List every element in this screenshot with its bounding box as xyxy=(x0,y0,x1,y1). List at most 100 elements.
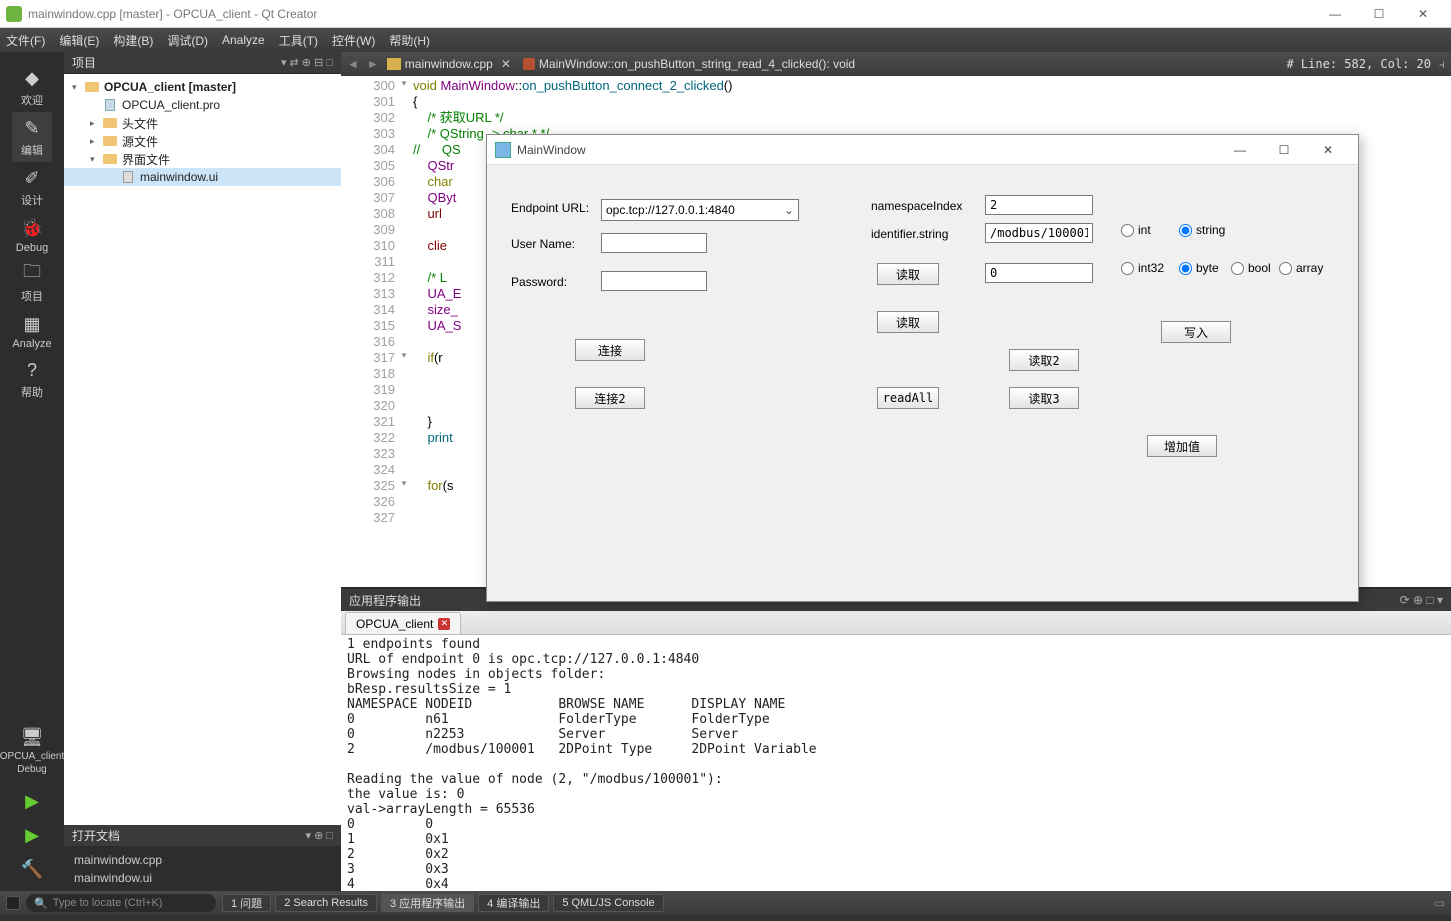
username-input[interactable] xyxy=(601,233,707,253)
open-file-row[interactable]: mainwindow.cpp xyxy=(64,851,341,869)
method-icon xyxy=(523,58,535,70)
monitor-icon: 🖥 xyxy=(17,725,47,749)
tree-row[interactable]: ▾OPCUA_client [master] xyxy=(64,78,341,96)
read-button-1[interactable]: 读取 xyxy=(877,263,939,285)
mode-help[interactable]: ?帮助 xyxy=(12,354,51,404)
qt-logo-icon xyxy=(6,6,22,22)
tree-row[interactable]: ▸头文件 xyxy=(64,114,341,132)
app-icon xyxy=(495,142,511,158)
password-input[interactable] xyxy=(601,271,707,291)
radio-int[interactable]: int xyxy=(1121,223,1151,237)
close-button[interactable]: ✕ xyxy=(1401,0,1445,28)
folder-icon xyxy=(84,80,100,94)
folder-icon xyxy=(102,116,118,130)
status-tab[interactable]: 5 QML/JS Console xyxy=(553,894,663,912)
window-title: mainwindow.cpp [master] - OPCUA_client -… xyxy=(28,7,1313,21)
open-file-row[interactable]: mainwindow.ui xyxy=(64,869,341,887)
target-selector[interactable]: 🖥 OPCUA_client Debug xyxy=(0,721,64,779)
endpoint-combo[interactable]: opc.tcp://127.0.0.1:4840 xyxy=(601,199,799,221)
maximize-button[interactable]: ☐ xyxy=(1357,0,1401,28)
line-col: # Line: 582, Col: 20 xyxy=(1286,57,1431,71)
search-icon: 🔍 xyxy=(34,897,48,910)
progress-icon[interactable]: ▭ xyxy=(1434,896,1445,910)
analyze-icon: ▦ xyxy=(17,312,47,336)
mode-proj[interactable]: 🗀项目 xyxy=(12,258,51,308)
tree-row[interactable]: ▾界面文件 xyxy=(64,150,341,168)
menu-item[interactable]: 编辑(E) xyxy=(59,32,99,49)
connect-button[interactable]: 连接 xyxy=(575,339,645,361)
output-tab[interactable]: OPCUA_client ✕ xyxy=(345,612,461,634)
window-titlebar: mainwindow.cpp [master] - OPCUA_client -… xyxy=(0,0,1451,28)
menu-item[interactable]: 构建(B) xyxy=(113,32,153,49)
tree-row[interactable]: OPCUA_client.pro xyxy=(64,96,341,114)
help-icon: ? xyxy=(17,358,47,382)
locator-input[interactable]: 🔍 Type to locate (Ctrl+K) xyxy=(26,894,216,912)
menu-item[interactable]: 文件(F) xyxy=(6,32,45,49)
radio-int32[interactable]: int32 xyxy=(1121,261,1164,275)
run-icon[interactable]: ▶ xyxy=(17,789,47,813)
minimize-button[interactable]: — xyxy=(1313,0,1357,28)
status-tab[interactable]: 4 编译输出 xyxy=(478,894,549,912)
mode-edit[interactable]: ✎编辑 xyxy=(12,112,51,162)
radio-byte[interactable]: byte xyxy=(1179,261,1219,275)
close-tab-icon[interactable]: ✕ xyxy=(438,618,450,630)
dlg-maximize-button[interactable]: ☐ xyxy=(1262,136,1306,164)
password-label: Password: xyxy=(511,275,567,289)
build-icon[interactable]: 🔨 xyxy=(17,857,47,881)
cpp-file-icon xyxy=(387,58,401,70)
mode-bug[interactable]: 🐞Debug xyxy=(12,212,51,258)
status-tab[interactable]: 3 应用程序输出 xyxy=(381,894,474,912)
fwd-icon[interactable]: ► xyxy=(367,57,379,71)
output-text[interactable]: 1 endpoints found URL of endpoint 0 is o… xyxy=(341,635,1451,891)
bug-icon: 🐞 xyxy=(17,216,47,240)
filter-icon[interactable]: ▾ ⇄ ⊕ ⊟ □ xyxy=(281,56,333,69)
sidebar-toggle[interactable] xyxy=(6,896,20,910)
namespace-input[interactable] xyxy=(985,195,1093,215)
increment-button[interactable]: 增加值 xyxy=(1147,435,1217,457)
dlg-minimize-button[interactable]: — xyxy=(1218,136,1262,164)
connect2-button[interactable]: 连接2 xyxy=(575,387,645,409)
folder-icon xyxy=(102,152,118,166)
edit-icon: ✎ xyxy=(17,116,47,140)
status-tab[interactable]: 1 问题 xyxy=(222,894,271,912)
debug-run-icon[interactable]: ▶ xyxy=(17,823,47,847)
mode-analyze[interactable]: ▦Analyze xyxy=(12,308,51,354)
design-icon: ✐ xyxy=(17,166,47,190)
status-tab[interactable]: 2 Search Results xyxy=(275,894,377,912)
read-button-2[interactable]: 读取 xyxy=(877,311,939,333)
back-icon[interactable]: ◄ xyxy=(347,57,359,71)
radio-bool[interactable]: bool xyxy=(1231,261,1271,275)
menu-item[interactable]: 调试(D) xyxy=(167,32,208,49)
menu-item[interactable]: Analyze xyxy=(222,33,265,47)
namespace-label: namespaceIndex xyxy=(871,199,962,213)
symbol-crumb[interactable]: MainWindow::on_pushButton_string_read_4_… xyxy=(523,57,855,71)
tree-row[interactable]: ▸源文件 xyxy=(64,132,341,150)
value-input[interactable] xyxy=(985,263,1093,283)
mode-design[interactable]: ✐设计 xyxy=(12,162,51,212)
radio-string[interactable]: string xyxy=(1179,223,1225,237)
project-tree[interactable]: ▾OPCUA_client [master]OPCUA_client.pro▸头… xyxy=(64,74,341,825)
dlg-close-button[interactable]: ✕ xyxy=(1306,136,1350,164)
project-panel: 项目 ▾ ⇄ ⊕ ⊟ □ ▾OPCUA_client [master]OPCUA… xyxy=(64,52,341,891)
menu-item[interactable]: 控件(W) xyxy=(332,32,375,49)
read2-button[interactable]: 读取2 xyxy=(1009,349,1079,371)
username-label: User Name: xyxy=(511,237,575,251)
menu-item[interactable]: 工具(T) xyxy=(279,32,318,49)
tree-row[interactable]: mainwindow.ui xyxy=(64,168,341,186)
file-crumb[interactable]: mainwindow.cpp xyxy=(387,57,493,71)
write-button[interactable]: 写入 xyxy=(1161,321,1231,343)
menu-bar: 文件(F) 编辑(E) 构建(B) 调试(D) Analyze 工具(T) 控件(W) 帮助(… xyxy=(0,28,1451,52)
editor-toolbar: ◄ ► mainwindow.cpp ✕ MainWindow::on_push… xyxy=(341,52,1451,76)
folder-icon xyxy=(102,134,118,148)
readall-button[interactable]: readAll xyxy=(877,387,939,409)
dialog-title: MainWindow xyxy=(517,143,1218,157)
close-file-icon[interactable]: ✕ xyxy=(501,57,511,71)
split-icon[interactable]: ⫞ xyxy=(1439,57,1445,72)
menu-item[interactable]: 帮助(H) xyxy=(389,32,430,49)
identifier-input[interactable] xyxy=(985,223,1093,243)
open-documents-panel: 打开文档 ▾ ⊕ □ mainwindow.cppmainwindow.ui xyxy=(64,825,341,891)
mainwindow-dialog: MainWindow — ☐ ✕ Endpoint URL: opc.tcp:/… xyxy=(486,134,1359,602)
read3-button[interactable]: 读取3 xyxy=(1009,387,1079,409)
mode-qt[interactable]: ◆欢迎 xyxy=(12,62,51,112)
radio-array[interactable]: array xyxy=(1279,261,1323,275)
